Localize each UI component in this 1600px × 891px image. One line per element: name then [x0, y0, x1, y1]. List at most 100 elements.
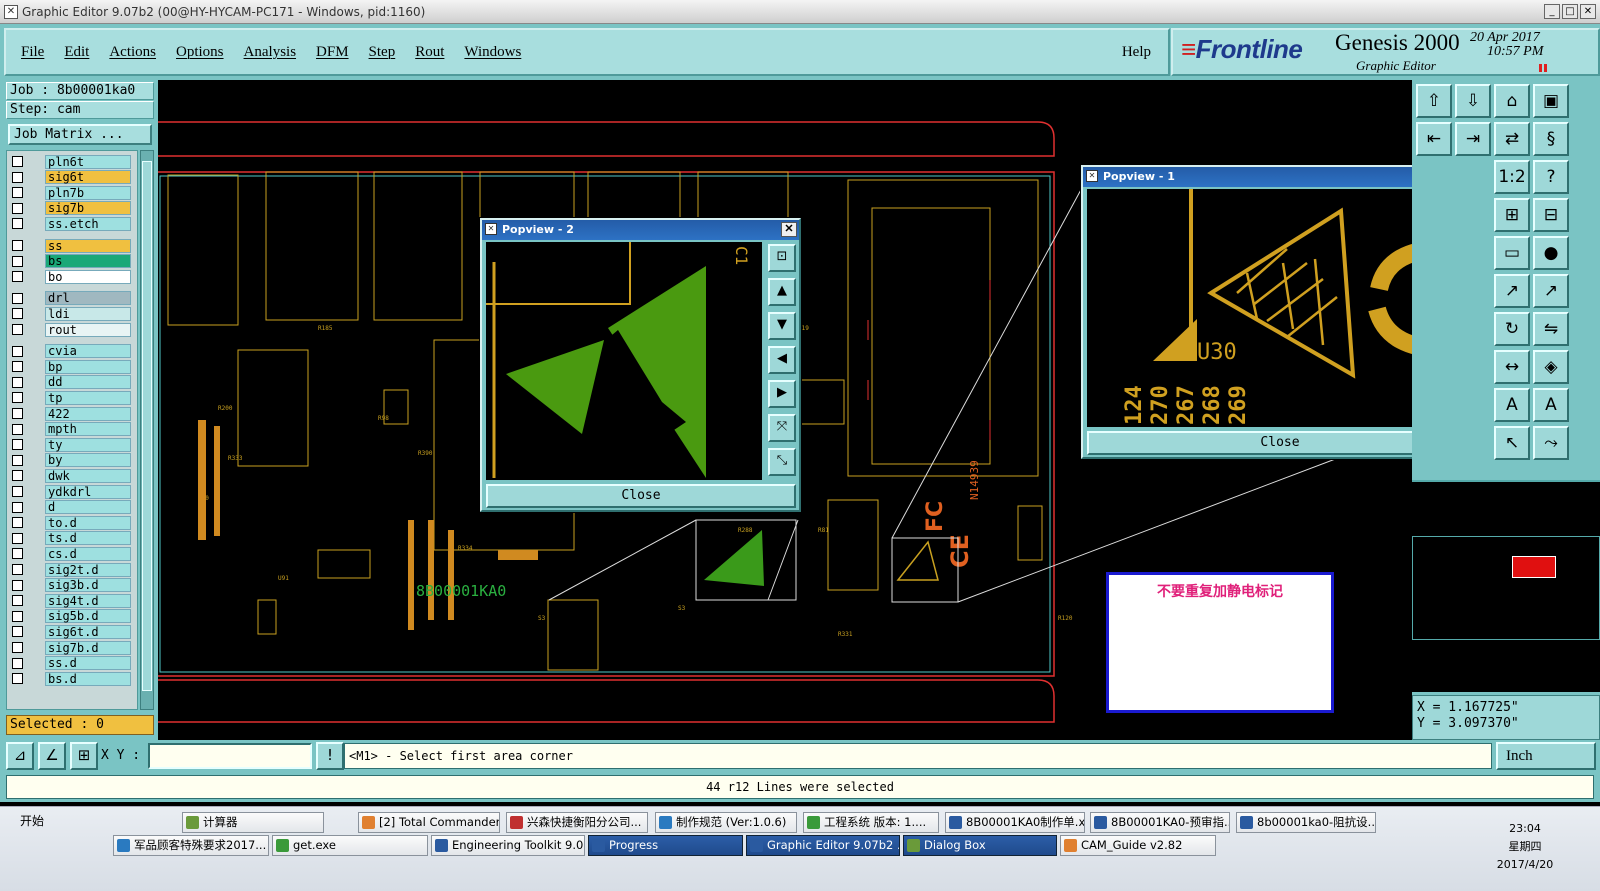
tool-help-icon[interactable]: ? [1533, 160, 1569, 194]
taskbar-item[interactable]: Graphic Editor 9.07b2 ... [746, 835, 900, 856]
layer-name[interactable]: sig3b.d [45, 578, 131, 593]
tool-layers-icon[interactable]: ◈ [1533, 350, 1569, 384]
taskbar-item[interactable]: 8b00001ka0-阻抗设... [1236, 812, 1376, 833]
tool-ruler-icon[interactable]: ▭ [1494, 236, 1530, 270]
tool-route-icon[interactable]: ⤳ [1533, 426, 1569, 460]
layer-checkbox[interactable] [12, 564, 23, 575]
tool-scale-icon[interactable]: 1:2 [1494, 160, 1530, 194]
layer-row[interactable]: pln7b [7, 185, 137, 200]
popview-2-window[interactable]: Popview - 2 ✕ ✕ C1 ⊡ ▲ ▼ ◀ ▶ ⤧ ⤡ Close [480, 218, 801, 512]
tool-grid-icon[interactable]: ⊟ [1533, 198, 1569, 232]
layer-checkbox[interactable] [12, 423, 23, 435]
layer-checkbox[interactable] [12, 626, 23, 638]
menu-file[interactable]: File [21, 44, 44, 61]
layer-checkbox[interactable] [12, 486, 23, 497]
layer-name[interactable]: sig7b [45, 201, 131, 216]
taskbar-item[interactable]: Dialog Box [903, 835, 1057, 856]
layer-row[interactable]: sig5b.d [7, 609, 137, 624]
taskbar-item[interactable]: [2] Total Commander ... [358, 812, 500, 833]
tool-arc-icon[interactable]: ↗ [1533, 274, 1569, 308]
pan-up-icon[interactable]: ▲ [768, 278, 796, 306]
popview-2-close-button[interactable]: Close [486, 484, 796, 508]
layer-checkbox[interactable] [12, 642, 23, 653]
layer-checkbox[interactable] [12, 171, 23, 183]
layer-row[interactable]: by [7, 453, 137, 468]
layer-row[interactable]: 422 [7, 406, 137, 421]
tool-snap-icon[interactable]: § [1533, 122, 1569, 156]
layer-row[interactable]: d [7, 500, 137, 515]
layer-checkbox[interactable] [12, 376, 23, 388]
layer-checkbox[interactable] [12, 454, 23, 466]
layer-name[interactable]: by [45, 453, 131, 468]
tool-open-icon[interactable]: ⇧ [1416, 84, 1452, 118]
taskbar-item[interactable]: 工程系统 版本: 1.... [803, 812, 939, 833]
zoom-fit-icon[interactable]: ⊡ [768, 244, 796, 272]
layer-row[interactable]: tp [7, 390, 137, 405]
menu-edit[interactable]: Edit [64, 44, 89, 61]
layer-row[interactable]: ts.d [7, 531, 137, 546]
layer-checkbox[interactable] [12, 470, 23, 482]
tool-pad-icon[interactable]: ● [1533, 236, 1569, 270]
tool-home-icon[interactable]: ⌂ [1494, 84, 1530, 118]
layer-checkbox[interactable] [12, 156, 23, 167]
layer-row[interactable]: to.d [7, 515, 137, 530]
layer-checkbox[interactable] [12, 324, 23, 335]
layer-name[interactable]: sig2t.d [45, 562, 131, 577]
taskbar-item[interactable]: Progress [588, 835, 743, 856]
layer-row[interactable]: cs.d [7, 546, 137, 561]
layer-checkbox[interactable] [12, 345, 23, 357]
layer-name[interactable]: bs.d [45, 671, 131, 686]
layer-checkbox[interactable] [12, 292, 23, 304]
layer-name[interactable]: ss [45, 238, 131, 253]
layer-row[interactable]: rout [7, 322, 137, 337]
layer-name[interactable]: ydkdrl [45, 484, 131, 499]
layer-row[interactable]: sig4t.d [7, 593, 137, 608]
tool-swap-icon[interactable]: ⇄ [1494, 122, 1530, 156]
layer-name[interactable]: cs.d [45, 546, 131, 561]
layer-name[interactable]: ty [45, 437, 131, 452]
layer-checkbox[interactable] [12, 187, 23, 199]
layer-checkbox[interactable] [12, 240, 23, 251]
layer-row[interactable]: pln6t [7, 154, 137, 169]
zoom-out-icon[interactable]: ⤡ [768, 448, 796, 476]
layer-row[interactable]: ss [7, 238, 137, 253]
taskbar-item[interactable]: 8B00001KA0-预审指... [1090, 812, 1230, 833]
tool-measure-icon[interactable]: ⊞ [1494, 198, 1530, 232]
layer-name[interactable]: sig6t.d [45, 624, 131, 639]
layer-name[interactable]: cvia [45, 344, 131, 359]
tool-text-icon[interactable]: A [1494, 388, 1530, 422]
minimize-button[interactable]: _ [1544, 4, 1560, 19]
layer-name[interactable]: bs [45, 254, 131, 269]
layer-name[interactable]: sig4t.d [45, 593, 131, 608]
layer-row[interactable]: ty [7, 437, 137, 452]
layer-name[interactable]: mpth [45, 422, 131, 437]
layer-name[interactable]: drl [45, 291, 131, 306]
taskbar-item[interactable]: Engineering Toolkit 9.07... [431, 835, 585, 856]
layer-name[interactable]: to.d [45, 515, 131, 530]
layer-name[interactable]: ldi [45, 306, 131, 321]
menu-dfm[interactable]: DFM [316, 44, 349, 61]
layer-row[interactable]: sig6t.d [7, 624, 137, 639]
layer-row[interactable]: dwk [7, 468, 137, 483]
layer-name[interactable]: sig7b.d [45, 640, 131, 655]
layer-checkbox[interactable] [12, 501, 23, 513]
xy-input[interactable] [148, 743, 312, 769]
layer-checkbox[interactable] [12, 361, 23, 373]
pan-right-icon[interactable]: ▶ [768, 380, 796, 408]
menu-actions[interactable]: Actions [109, 44, 156, 61]
layer-checkbox[interactable] [12, 218, 23, 230]
scrollbar-thumb[interactable] [142, 161, 152, 691]
layer-name[interactable]: rout [45, 322, 131, 337]
layer-name[interactable]: ss.etch [45, 216, 131, 231]
layer-checkbox[interactable] [12, 579, 23, 591]
layer-name[interactable]: tp [45, 390, 131, 405]
layer-row[interactable]: sig7b.d [7, 640, 137, 655]
layer-row[interactable]: drl [7, 291, 137, 306]
start-button[interactable]: 开始 [2, 810, 54, 832]
unit-selector[interactable]: Inch [1496, 742, 1596, 770]
layer-row[interactable]: sig6t [7, 170, 137, 185]
layer-name[interactable]: ss.d [45, 656, 131, 671]
layer-row[interactable]: ss.etch [7, 216, 137, 231]
layer-row[interactable]: bo [7, 269, 137, 284]
layer-checkbox[interactable] [12, 392, 23, 404]
